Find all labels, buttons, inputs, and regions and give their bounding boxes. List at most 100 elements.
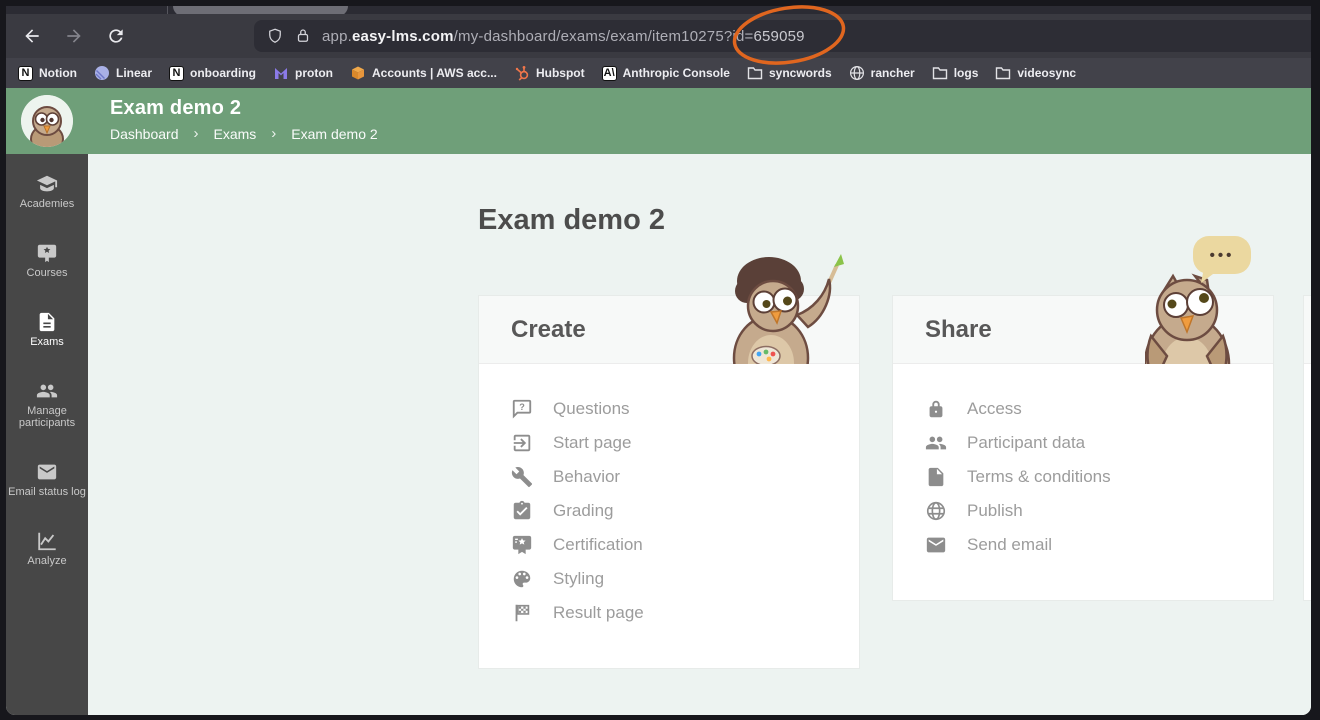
menu-item-publish[interactable]: Publish — [925, 494, 1273, 528]
forward-button[interactable] — [62, 24, 86, 48]
bookmark-label: Hubspot — [536, 66, 585, 80]
forward-arrow-icon — [64, 26, 84, 46]
globe-icon — [849, 65, 865, 81]
certificate-badge-icon — [511, 534, 533, 556]
bookmark-label: rancher — [871, 66, 915, 80]
enter-page-icon — [511, 432, 533, 454]
breadcrumb: Dashboard › Exams › Exam demo 2 — [110, 125, 378, 142]
bookmark-syncwords[interactable]: syncwords — [747, 65, 832, 81]
sidebar-item-exams[interactable]: Exams — [6, 311, 88, 348]
anthropic-icon: A\ — [602, 66, 617, 81]
menu-item-label: Start page — [553, 433, 631, 453]
tab-divider — [167, 6, 168, 14]
menu-item-start-page[interactable]: Start page — [511, 426, 859, 460]
line-chart-icon — [36, 530, 58, 552]
envelope-icon — [36, 461, 58, 483]
menu-item-access[interactable]: Access — [925, 392, 1273, 426]
app-header: Exam demo 2 Dashboard › Exams › Exam dem… — [6, 88, 1311, 154]
share-card-body: Access Participant data Terms & conditio… — [893, 364, 1273, 562]
bookmark-notion[interactable]: N Notion — [18, 66, 77, 81]
bookmark-label: syncwords — [769, 66, 832, 80]
sidebar-item-label: Courses — [27, 267, 68, 279]
bookmark-anthropic-console[interactable]: A\ Anthropic Console — [602, 66, 730, 81]
sidebar-item-analyze[interactable]: Analyze — [6, 530, 88, 567]
breadcrumb-current: Exam demo 2 — [291, 126, 377, 142]
sidebar-item-email-status-log[interactable]: Email status log — [6, 461, 88, 498]
browser-tab[interactable] — [173, 6, 348, 14]
folder-icon — [747, 65, 763, 81]
checkered-flag-icon — [511, 602, 533, 624]
menu-item-questions[interactable]: ? Questions — [511, 392, 859, 426]
lock-icon — [294, 27, 312, 45]
menu-item-certification[interactable]: Certification — [511, 528, 859, 562]
menu-item-result-page[interactable]: Result page — [511, 596, 859, 630]
chevron-right-icon: › — [194, 125, 199, 142]
bookmark-linear[interactable]: Linear — [94, 65, 152, 81]
header-title: Exam demo 2 — [110, 97, 378, 120]
url-bar[interactable]: app.easy-lms.com/my-dashboard/exams/exam… — [254, 20, 1311, 52]
menu-item-terms-conditions[interactable]: Terms & conditions — [925, 460, 1273, 494]
menu-item-styling[interactable]: Styling — [511, 562, 859, 596]
bookmark-rancher[interactable]: rancher — [849, 65, 915, 81]
sidebar-item-label: Exams — [30, 336, 64, 348]
refresh-button[interactable] — [104, 24, 128, 48]
screenshot-frame: app.easy-lms.com/my-dashboard/exams/exam… — [0, 0, 1320, 720]
bookmark-onboarding[interactable]: N onboarding — [169, 66, 256, 81]
bookmark-videosync[interactable]: videosync — [995, 65, 1076, 81]
graduation-cap-icon — [36, 173, 58, 195]
create-card-header: Create — [479, 296, 859, 364]
wrench-icon — [511, 466, 533, 488]
back-arrow-icon — [22, 26, 42, 46]
sidebar-item-manage-participants[interactable]: Manage participants — [6, 380, 88, 429]
menu-item-send-email[interactable]: Send email — [925, 528, 1273, 562]
bookmark-label: Anthropic Console — [623, 66, 730, 80]
menu-item-label: Result page — [553, 603, 644, 623]
create-card: Create ? Questions Start page — [478, 295, 860, 669]
menu-item-label: Grading — [553, 501, 613, 521]
url-exam-id: 659059 — [753, 28, 804, 45]
logo-box[interactable] — [6, 88, 88, 154]
create-card-body: ? Questions Start page Behavior — [479, 364, 859, 630]
folder-icon — [995, 65, 1011, 81]
chevron-right-icon: › — [271, 125, 276, 142]
bookmark-aws-accounts[interactable]: Accounts | AWS acc... — [350, 65, 497, 81]
notion-icon: N — [169, 66, 184, 81]
people-icon — [36, 380, 58, 402]
share-card-header: Share — [893, 296, 1273, 364]
body-row: Academies Courses Exams Manage participa… — [6, 154, 1311, 715]
bookmark-label: Accounts | AWS acc... — [372, 66, 497, 80]
back-button[interactable] — [20, 24, 44, 48]
palette-icon — [511, 568, 533, 590]
menu-item-label: Styling — [553, 569, 604, 589]
menu-item-participant-data[interactable]: Participant data — [925, 426, 1273, 460]
breadcrumb-dashboard[interactable]: Dashboard — [110, 126, 179, 142]
bookmark-proton[interactable]: proton — [273, 65, 333, 81]
aws-cube-icon — [350, 65, 366, 81]
lock-icon — [925, 398, 947, 420]
menu-item-behavior[interactable]: Behavior — [511, 460, 859, 494]
header-text: Exam demo 2 Dashboard › Exams › Exam dem… — [88, 88, 378, 154]
menu-item-label: Certification — [553, 535, 643, 555]
next-card-sliver — [1303, 295, 1311, 601]
menu-item-grading[interactable]: Grading — [511, 494, 859, 528]
bookmark-label: Linear — [116, 66, 152, 80]
menu-item-label: Publish — [967, 501, 1023, 521]
refresh-icon — [106, 26, 126, 46]
browser-window: app.easy-lms.com/my-dashboard/exams/exam… — [6, 6, 1311, 715]
menu-item-label: Send email — [967, 535, 1052, 555]
menu-item-label: Behavior — [553, 467, 620, 487]
bookmark-logs[interactable]: logs — [932, 65, 979, 81]
sidebar-item-academies[interactable]: Academies — [6, 173, 88, 210]
sidebar-item-label: Analyze — [27, 555, 66, 567]
breadcrumb-exams[interactable]: Exams — [214, 126, 257, 142]
question-bubble-icon: ? — [511, 398, 533, 420]
clipboard-check-icon — [511, 500, 533, 522]
bookmark-label: proton — [295, 66, 333, 80]
globe-icon — [925, 500, 947, 522]
url-prefix: app. — [322, 28, 352, 45]
sidebar-item-label: Email status log — [8, 486, 86, 498]
bookmark-label: Notion — [39, 66, 77, 80]
browser-toolbar: app.easy-lms.com/my-dashboard/exams/exam… — [6, 14, 1311, 58]
bookmark-hubspot[interactable]: Hubspot — [514, 65, 585, 81]
sidebar-item-courses[interactable]: Courses — [6, 242, 88, 279]
